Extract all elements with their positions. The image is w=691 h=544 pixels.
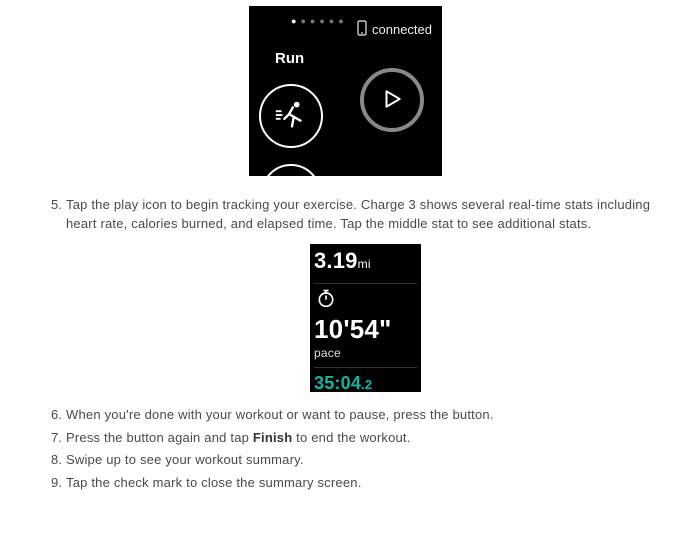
step-7-text-c: to end the workout. <box>292 430 410 445</box>
instruction-step-5: Tap the play icon to begin tracking your… <box>66 196 665 392</box>
distance-value: 3.19 <box>314 248 358 273</box>
connection-status-text: connected <box>372 22 432 37</box>
pace-label: pace <box>314 345 417 362</box>
running-icon <box>272 96 310 137</box>
step-7-text-a: Press the button again and tap <box>66 430 253 445</box>
document-page: ● ● ● ● ● ● connected Run <box>0 0 691 507</box>
step-6-text: When you're done with your workout or wa… <box>66 407 494 422</box>
dot: ● <box>300 16 305 26</box>
pace-value: 10'54" <box>314 316 417 342</box>
step-7-bold: Finish <box>253 430 292 445</box>
step-5-text: Tap the play icon to begin tracking your… <box>66 197 650 231</box>
dot: ● <box>319 16 324 26</box>
dot-active: ● <box>291 16 296 26</box>
connection-status: connected <box>357 20 432 39</box>
elapsed-main: 35:04 <box>314 373 361 393</box>
next-mode-ring-partial <box>261 164 321 176</box>
distance-readout: 3.19mi <box>314 245 417 277</box>
run-mode-icon-circle <box>259 84 323 148</box>
elapsed-tenths: .2 <box>361 377 372 392</box>
device-screenshot-1-wrap: ● ● ● ● ● ● connected Run <box>26 6 665 176</box>
step-8-text: Swipe up to see your workout summary. <box>66 452 304 467</box>
instruction-step-9: Tap the check mark to close the summary … <box>66 474 665 493</box>
device-screenshot-2: 3.19mi <box>310 244 421 392</box>
exercise-mode-label: Run <box>275 50 304 67</box>
play-button-circle <box>360 68 424 132</box>
step-9-text: Tap the check mark to close the summary … <box>66 475 362 490</box>
instruction-step-7: Press the button again and tap Finish to… <box>66 429 665 448</box>
instruction-step-6: When you're done with your workout or wa… <box>66 406 665 425</box>
middle-stat-panel: 10'54" pace <box>314 283 417 368</box>
elapsed-time: 35:04.2 <box>314 370 417 396</box>
dot: ● <box>310 16 315 26</box>
phone-icon <box>357 20 367 39</box>
instruction-step-8: Swipe up to see your workout summary. <box>66 451 665 470</box>
dot: ● <box>329 16 334 26</box>
distance-unit: mi <box>358 257 371 271</box>
instruction-list: Tap the play icon to begin tracking your… <box>26 196 665 493</box>
stopwatch-icon <box>316 288 336 314</box>
device-screenshot-1: ● ● ● ● ● ● connected Run <box>249 6 442 176</box>
dot: ● <box>338 16 343 26</box>
play-icon <box>381 88 403 113</box>
device-screenshot-2-wrap: 3.19mi <box>66 244 665 392</box>
